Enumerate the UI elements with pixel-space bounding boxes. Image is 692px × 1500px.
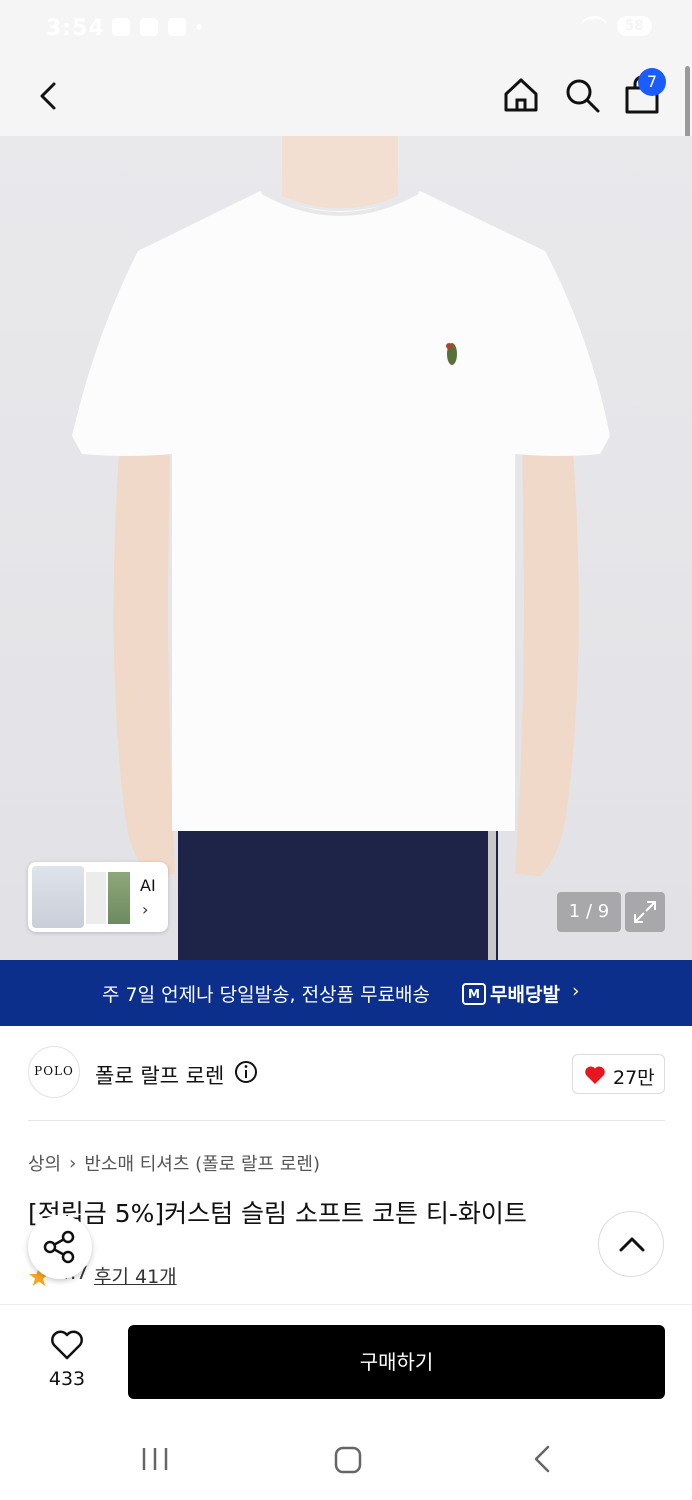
wishlist-count: 433 (48, 1368, 86, 1390)
recent-apps-icon[interactable] (140, 1446, 170, 1472)
more-notifications-icon (196, 24, 202, 30)
brand-like-button[interactable]: 27만 (572, 1054, 665, 1094)
heart-outline-icon[interactable] (50, 1330, 84, 1360)
status-bar: 3:54 58 (0, 0, 692, 62)
share-button[interactable] (28, 1215, 92, 1279)
search-icon[interactable] (561, 74, 603, 116)
scroll-to-top-button[interactable] (598, 1211, 664, 1277)
thumbnail-image (86, 872, 106, 924)
image-page-indicator: 1 / 9 (557, 892, 621, 932)
status-system-icons: 58 (580, 16, 652, 36)
chevron-right-icon: › (142, 900, 149, 919)
breadcrumb-parent[interactable]: 상의 (28, 1150, 61, 1176)
status-notification-icons (112, 18, 202, 36)
product-image[interactable] (0, 136, 692, 960)
home-button-icon[interactable] (334, 1446, 362, 1474)
product-title: [적립금 5%]커스텀 슬림 소프트 코튼 티-화이트 (28, 1199, 527, 1228)
breadcrumb-child[interactable]: 반소매 티셔츠 (폴로 랄프 로렌) (84, 1150, 320, 1176)
home-icon[interactable] (500, 74, 542, 116)
chevron-right-icon: › (572, 980, 580, 1002)
buy-button[interactable]: 구매하기 (128, 1325, 665, 1399)
breadcrumb: 상의 › 반소매 티셔츠 (폴로 랄프 로렌) (28, 1150, 320, 1176)
share-icon (43, 1230, 75, 1264)
system-navigation-bar (0, 1418, 692, 1500)
ai-styling-thumbnail-card[interactable]: AI › (28, 862, 168, 932)
home-notification-icon (140, 18, 158, 36)
brand-logo-text: POLO (34, 1064, 74, 1078)
ai-label: AI (140, 876, 156, 895)
back-icon[interactable] (530, 1444, 552, 1474)
product-photo (72, 136, 610, 960)
chevron-up-icon (619, 1237, 645, 1252)
back-arrow-icon[interactable] (30, 76, 70, 116)
reviews-link[interactable]: 후기 41개 (94, 1262, 177, 1289)
chevron-right-icon: › (69, 1152, 77, 1174)
cart-count-badge: 7 (638, 68, 666, 96)
shipping-banner-text: 주 7일 언제나 당일발송, 전상품 무료배송 (102, 984, 431, 1006)
wifi-icon (580, 16, 607, 36)
battery-indicator: 58 (616, 16, 652, 36)
thumbnail-image (108, 872, 130, 924)
app-notification-icon (168, 18, 186, 36)
divider (28, 1120, 665, 1121)
top-navigation (0, 62, 692, 136)
expand-icon[interactable] (625, 892, 665, 932)
free-delivery-logo: M 무배당발 (462, 980, 560, 1007)
divider (0, 1304, 692, 1305)
brand-name[interactable]: 폴로 랄프 로렌 (95, 1060, 224, 1090)
heart-filled-icon (585, 1066, 605, 1084)
notification-icon (112, 18, 130, 36)
delivery-truck-icon: M (462, 982, 486, 1005)
info-icon[interactable] (234, 1060, 258, 1084)
brand-like-count: 27만 (613, 1067, 655, 1089)
shipping-banner[interactable]: 주 7일 언제나 당일발송, 전상품 무료배송 M 무배당발 › (0, 960, 692, 1026)
status-time: 3:54 (46, 16, 105, 41)
free-delivery-label: 무배당발 (490, 984, 560, 1006)
brand-logo[interactable]: POLO (28, 1046, 80, 1098)
thumbnail-image (32, 866, 84, 928)
scrollbar[interactable] (685, 66, 690, 146)
